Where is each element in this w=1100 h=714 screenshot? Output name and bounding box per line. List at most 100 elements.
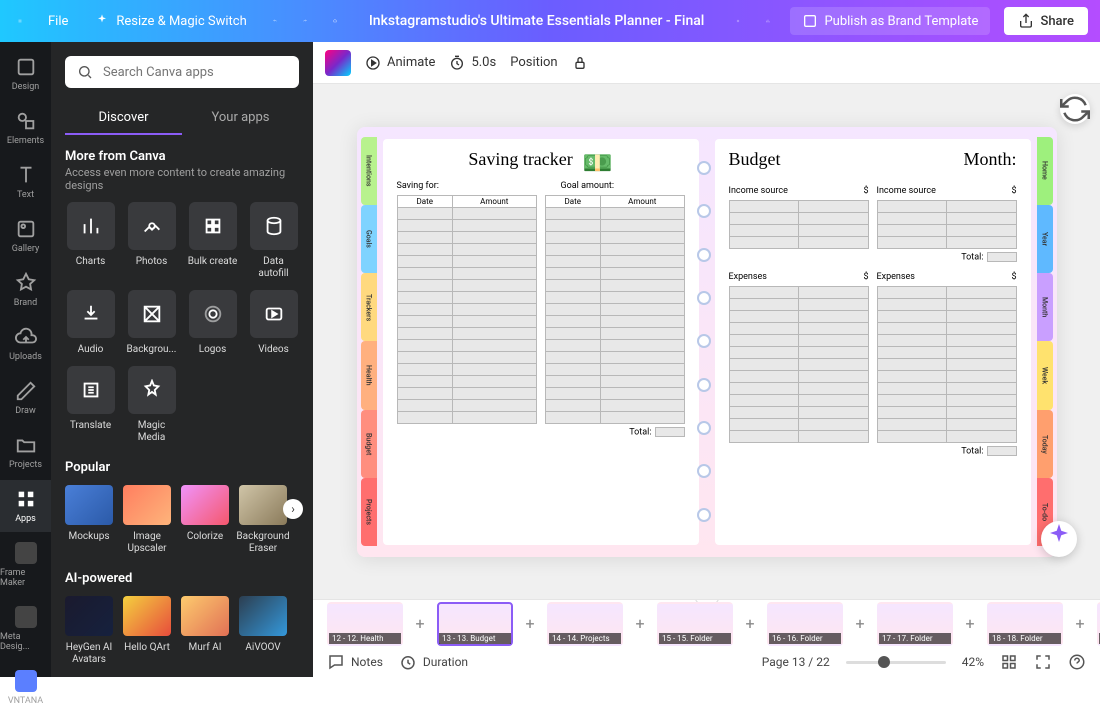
design-icon (15, 56, 37, 78)
rail-meta[interactable]: Meta Desig... (0, 598, 51, 660)
thumb-label: 18 - 18. Folder (989, 633, 1061, 644)
add-page-button[interactable]: + (743, 617, 757, 631)
add-page-button[interactable]: + (963, 617, 977, 631)
grid-view-icon[interactable] (1000, 653, 1018, 671)
zoom-value[interactable]: 42% (962, 655, 984, 669)
search-input[interactable] (103, 65, 287, 80)
add-page-button[interactable]: + (853, 617, 867, 631)
share-button[interactable]: Share (1004, 7, 1088, 35)
cloud-sync-icon[interactable] (327, 13, 343, 29)
planner-tab[interactable]: Budget (361, 410, 377, 478)
panel-scroll[interactable]: More from Canva Access even more content… (51, 135, 313, 677)
page-thumbnail[interactable]: 12 - 12. Health (327, 602, 403, 646)
popular-app[interactable]: Mockups (65, 485, 113, 555)
rail-text[interactable]: Text (0, 156, 51, 208)
rail-design[interactable]: Design (0, 48, 51, 100)
ai-app[interactable]: HeyGen AI Avatars (65, 596, 113, 666)
saving-table-1: DateAmount (397, 195, 537, 424)
page-thumbnails[interactable]: ⌄ 12 - 12. Health+13 - 13. Budget+14 - 1… (313, 600, 1100, 647)
file-menu[interactable]: File (42, 10, 74, 33)
app-tile[interactable]: Charts (65, 202, 116, 280)
app-tile[interactable]: Bulk create (187, 202, 238, 280)
ai-app[interactable]: Murf AI (181, 596, 229, 666)
ai-app[interactable]: AiVOOV (239, 596, 287, 666)
popular-app[interactable]: Image Upscaler (123, 485, 171, 555)
help-icon[interactable] (1068, 653, 1086, 671)
publish-brand-template-button[interactable]: Publish as Brand Template (790, 7, 990, 35)
planner-tab[interactable]: Year (1037, 205, 1053, 273)
rail-gallery[interactable]: Gallery (0, 210, 51, 262)
popular-next-button[interactable]: › (283, 499, 303, 519)
page-thumbnail[interactable]: 18 - 18. Folder (987, 602, 1063, 646)
planner-document[interactable]: IntentionsGoalsTrackersHealthBudgetProje… (357, 127, 1057, 557)
planner-tab[interactable]: Month (1037, 273, 1053, 341)
redo-icon[interactable] (297, 13, 313, 29)
page-indicator[interactable]: Page 13 / 22 (762, 655, 830, 669)
refresh-button[interactable] (1060, 94, 1090, 124)
left-rail: Design Elements Text Gallery Brand Uploa… (0, 42, 51, 677)
page-thumbnail[interactable]: 14 - 14. Projects (547, 602, 623, 646)
rail-elements[interactable]: Elements (0, 102, 51, 154)
page-thumbnail[interactable]: 17 - 17. Folder (877, 602, 953, 646)
ai-app[interactable]: Hello QArt (123, 596, 171, 666)
app-tile[interactable]: Audio (65, 290, 116, 356)
add-page-button[interactable]: + (1073, 617, 1087, 631)
animate-button[interactable]: Animate (365, 55, 435, 71)
add-page-button[interactable]: + (413, 617, 427, 631)
zoom-slider-handle[interactable] (878, 656, 890, 668)
planner-tab[interactable]: Intentions (361, 137, 377, 205)
fullscreen-icon[interactable] (1034, 653, 1052, 671)
popular-label: Image Upscaler (123, 531, 171, 555)
popular-app[interactable]: Colorize (181, 485, 229, 555)
planner-left-page: Saving tracker 💵 Saving for: Goal amount… (383, 139, 699, 545)
planner-tab[interactable]: Projects (361, 478, 377, 546)
app-tile[interactable]: Logos (187, 290, 238, 356)
page-thumbnail[interactable]: 13 - 13. Budget (437, 602, 513, 646)
app-tile[interactable]: Videos (248, 290, 299, 356)
planner-tab[interactable]: Home (1037, 137, 1053, 205)
menu-icon[interactable] (12, 13, 28, 29)
position-button[interactable]: Position (510, 55, 557, 70)
document-title[interactable]: Inkstagramstudio's Ultimate Essentials P… (357, 13, 717, 29)
tab-discover[interactable]: Discover (65, 102, 182, 135)
app-tile[interactable]: Translate (65, 366, 116, 444)
color-picker[interactable] (325, 50, 351, 76)
planner-tab[interactable]: Today (1037, 410, 1053, 478)
app-tile[interactable]: Backgrou... (126, 290, 177, 356)
rail-draw[interactable]: Draw (0, 372, 51, 424)
page-thumbnail[interactable]: 15 - 15. Folder (657, 602, 733, 646)
analytics-icon[interactable] (760, 13, 776, 29)
lock-button[interactable] (572, 55, 588, 71)
tab-your-apps[interactable]: Your apps (182, 102, 299, 135)
notes-button[interactable]: Notes (327, 653, 383, 671)
rail-vntana[interactable]: VNTANA (0, 662, 51, 714)
rail-uploads[interactable]: Uploads (0, 318, 51, 370)
rail-brand[interactable]: Brand (0, 264, 51, 316)
add-icon[interactable] (730, 13, 746, 29)
search-box[interactable] (65, 56, 299, 88)
timer-button[interactable]: 5.0s (449, 55, 496, 71)
add-page-button[interactable]: + (633, 617, 647, 631)
app-tile[interactable]: Magic Media (126, 366, 177, 444)
app-tile-icon (189, 202, 237, 250)
zoom-slider[interactable] (846, 661, 946, 664)
rail-label: Gallery (12, 244, 40, 254)
canvas-viewport[interactable]: IntentionsGoalsTrackersHealthBudgetProje… (313, 84, 1100, 599)
add-page-button[interactable]: + (523, 617, 537, 631)
page-thumbnail[interactable]: 16 - 16. Folder (767, 602, 843, 646)
planner-tab[interactable]: Health (361, 341, 377, 409)
planner-tab[interactable]: Week (1037, 341, 1053, 409)
app-tile[interactable]: Photos (126, 202, 177, 280)
rail-apps[interactable]: Apps (0, 480, 51, 532)
popular-label: Colorize (187, 531, 223, 543)
duration-button[interactable]: Duration (399, 653, 468, 671)
resize-magic-switch[interactable]: Resize & Magic Switch (88, 9, 252, 33)
rail-projects[interactable]: Projects (0, 426, 51, 478)
magic-fab-button[interactable] (1041, 521, 1077, 557)
popular-app[interactable]: Background Eraser (239, 485, 287, 555)
rail-frame-maker[interactable]: Frame Maker (0, 534, 51, 596)
undo-icon[interactable] (267, 13, 283, 29)
planner-tab[interactable]: Goals (361, 205, 377, 273)
planner-tab[interactable]: Trackers (361, 273, 377, 341)
app-tile[interactable]: Data autofill (248, 202, 299, 280)
